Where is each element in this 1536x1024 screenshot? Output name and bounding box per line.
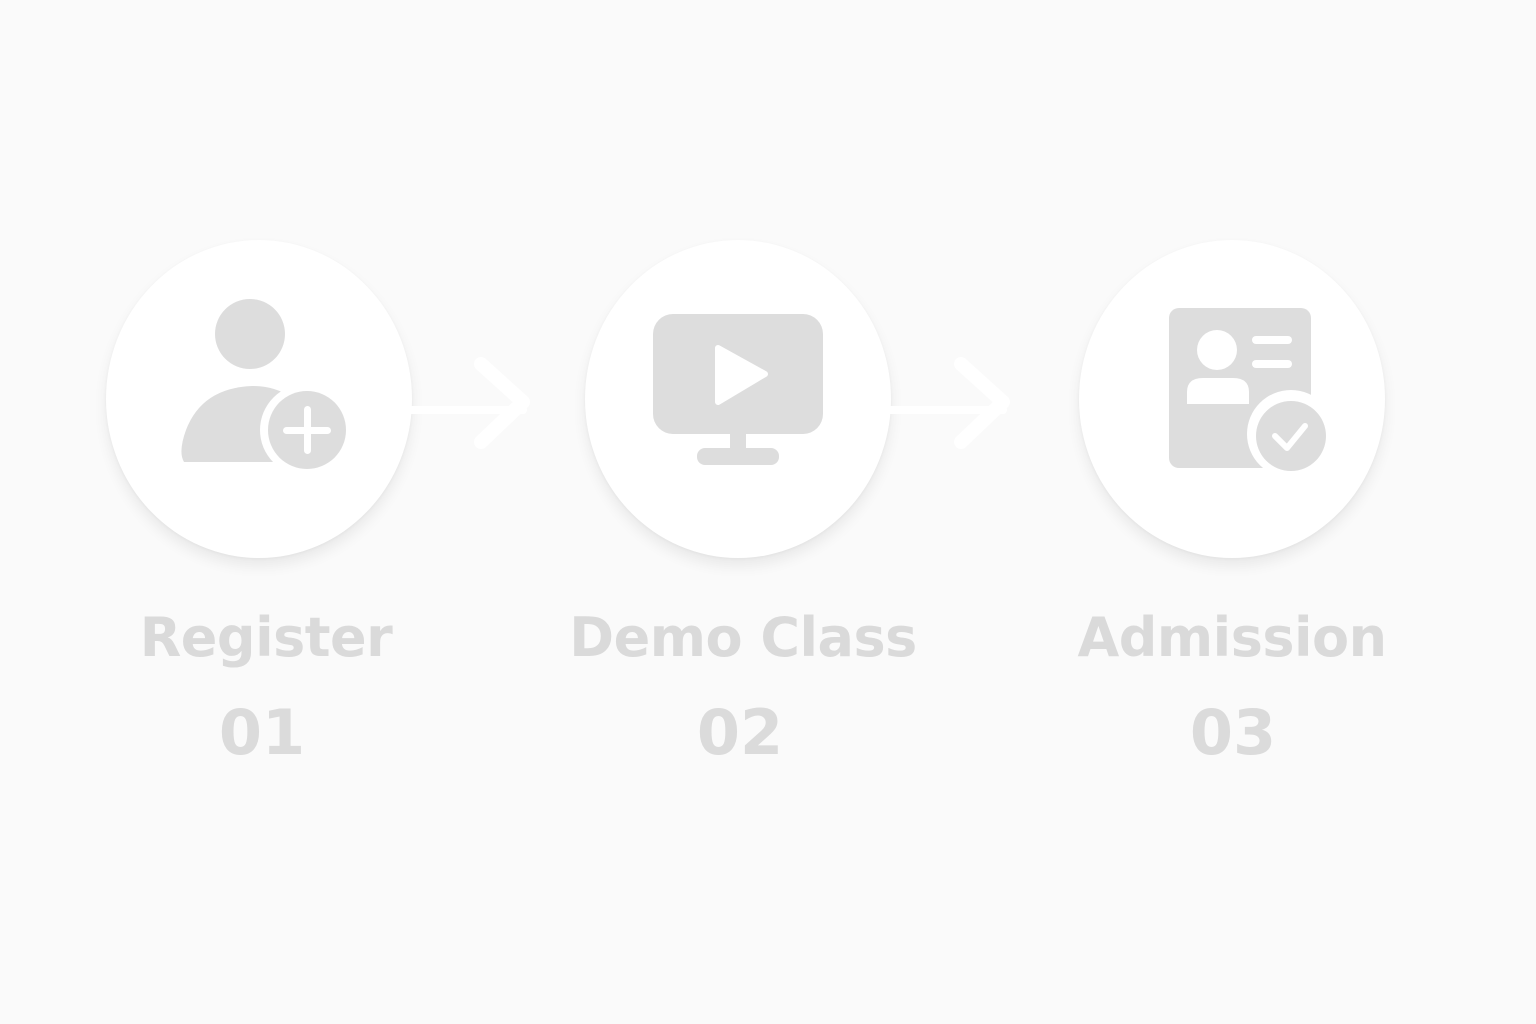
process-steps-diagram: Register Demo Class Admission 01 02 03 xyxy=(0,0,1536,1024)
step-1-circle xyxy=(106,240,412,558)
step-1-label: Register xyxy=(139,606,393,669)
step-3-label: Admission xyxy=(1077,606,1387,669)
step-3-circle xyxy=(1079,240,1385,558)
arrow-right-icon xyxy=(885,357,1010,449)
id-card-check-icon xyxy=(1169,308,1335,478)
user-plus-icon xyxy=(181,299,352,476)
step-2-label: Demo Class xyxy=(569,606,917,669)
step-3-number: 03 xyxy=(1189,696,1277,769)
monitor-play-icon xyxy=(653,314,823,465)
step-2-number: 02 xyxy=(696,696,784,769)
step-2-circle xyxy=(585,240,891,558)
step-1-number: 01 xyxy=(218,696,306,769)
arrow-right-icon xyxy=(405,357,530,449)
